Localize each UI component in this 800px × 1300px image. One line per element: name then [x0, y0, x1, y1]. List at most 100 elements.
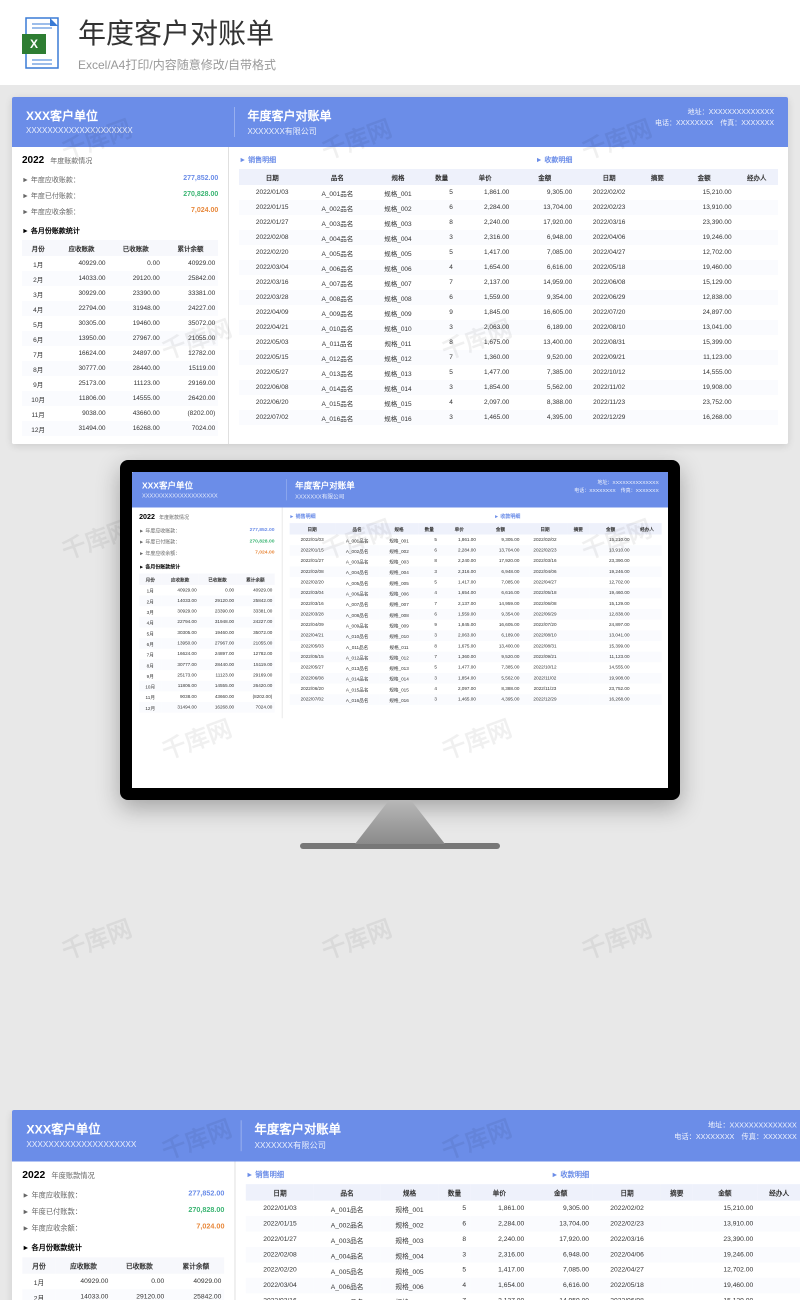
month-cell: 7月 [139, 649, 161, 660]
month-cell: 2月 [139, 596, 161, 607]
detail-th: 日期 [289, 523, 334, 534]
detail-cell: 6 [426, 200, 457, 215]
detail-cell: 规格_002 [380, 1216, 438, 1231]
detail-cell: 3 [419, 566, 440, 577]
month-cell: 40929.00 [167, 1274, 224, 1289]
detail-cell: 2022/06/08 [289, 673, 334, 684]
month-th: 已收账款 [109, 240, 163, 256]
month-cell: 43660.00 [199, 691, 236, 702]
detail-cell: 2022/02/08 [246, 1247, 314, 1262]
detail-cell: 23,752.00 [673, 395, 736, 410]
detail-cell: 12,838.00 [589, 609, 632, 620]
detail-th: 摘要 [661, 1184, 693, 1200]
detail-cell: A_014品名 [305, 380, 369, 395]
detail-cell: 6,948.00 [528, 1247, 593, 1262]
month-cell: 22794.00 [54, 301, 108, 316]
detail-cell: 2022/06/29 [522, 609, 567, 620]
detail-cell: 2,097.00 [440, 684, 479, 695]
detail-cell: 规格_007 [370, 275, 427, 290]
detail-cell: A_001品名 [305, 185, 369, 200]
detail-row: 2022/06/08A_014品名规格_01431,854.005,562.00… [239, 380, 778, 395]
detail-cell: 12,702.00 [589, 577, 632, 588]
detail-cell [661, 1201, 693, 1216]
summary-line: ► 年度应收账款：277,852.00 [22, 172, 218, 188]
sheet-body: 2022 年度账款情况 ► 年度应收账款：277,852.00► 年度已付账款：… [132, 508, 668, 719]
detail-cell: 1,360.00 [457, 350, 513, 365]
detail-cell: 2,316.00 [457, 230, 513, 245]
detail-cell: 2022/01/03 [239, 185, 305, 200]
detail-cell: 5 [426, 245, 457, 260]
detail-cell: 13,704.00 [513, 200, 576, 215]
month-cell: 1月 [139, 585, 161, 596]
detail-cell: 8 [419, 556, 440, 567]
detail-cell: 14,959.00 [528, 1293, 593, 1300]
detail-row: 2022/07/02A_016品名规格_01631,465.004,395.00… [239, 410, 778, 425]
month-cell: 30305.00 [161, 627, 198, 638]
sum-value: 277,852.00 [188, 1190, 224, 1200]
detail-cell: 规格_009 [370, 305, 427, 320]
detail-cell: 8 [419, 641, 440, 652]
detail-th: 数量 [439, 1184, 471, 1200]
detail-cell [632, 609, 661, 620]
detail-cell [661, 1262, 693, 1277]
sum-label: ► 年度应收余额： [139, 550, 180, 557]
detail-cell: 13,910.00 [673, 200, 736, 215]
detail-cell: 23,390.00 [673, 215, 736, 230]
month-cell: 9月 [139, 670, 161, 681]
month-cell: 29120.00 [109, 271, 163, 286]
month-cell: 11806.00 [54, 391, 108, 406]
detail-cell [661, 1278, 693, 1293]
detail-cell [642, 410, 673, 425]
detail-sections: ► 销售明细 ► 收款明细 [289, 513, 661, 520]
detail-cell: 23,390.00 [589, 556, 632, 567]
month-cell: 27967.00 [199, 638, 236, 649]
detail-cell: 规格_011 [370, 335, 427, 350]
detail-cell: 规格_003 [380, 1232, 438, 1247]
detail-cell: 2022/10/12 [576, 365, 642, 380]
detail-cell: 1,845.00 [457, 305, 513, 320]
detail-cell [568, 556, 589, 567]
detail-row: 2022/05/03A_011品名规格_01181,675.0013,400.0… [289, 641, 661, 652]
summary-line: ► 年度应收余额：7,024.00 [22, 1220, 224, 1236]
detail-cell [568, 694, 589, 705]
detail-row: 2022/04/21A_010品名规格_01032,063.006,189.00… [239, 320, 778, 335]
detail-cell [632, 652, 661, 663]
detail-cell: 2022/09/21 [522, 652, 567, 663]
month-cell: 9038.00 [54, 406, 108, 421]
detail-cell [736, 365, 778, 380]
detail-cell: 19,246.00 [693, 1247, 758, 1262]
detail-cell: 9,305.00 [479, 534, 522, 545]
detail-cell: A_013品名 [305, 365, 369, 380]
detail-cell: 2022/03/16 [239, 275, 305, 290]
detail-cell [661, 1247, 693, 1262]
month-th: 月份 [22, 1257, 55, 1273]
detail-row: 2022/02/08A_004品名规格_00432,316.006,948.00… [246, 1247, 800, 1262]
detail-row: 2022/03/04A_006品名规格_00641,654.006,616.00… [239, 260, 778, 275]
detail-cell: 24,897.00 [589, 620, 632, 631]
detail-cell: 2022/11/23 [522, 684, 567, 695]
svg-text:X: X [30, 37, 38, 51]
detail-cell: 1,417.00 [457, 245, 513, 260]
detail-cell: A_012品名 [305, 350, 369, 365]
month-cell: 31948.00 [109, 301, 163, 316]
month-row: 12月31494.0016268.007024.00 [22, 421, 218, 436]
detail-cell: 2022/06/20 [289, 684, 334, 695]
detail-cell: 规格_014 [379, 673, 418, 684]
month-row: 1月40929.000.0040929.00 [22, 256, 218, 271]
detail-cell: 规格_005 [370, 245, 427, 260]
detail-cell: 1,675.00 [457, 335, 513, 350]
month-cell: 0.00 [109, 256, 163, 271]
detail-row: 2022/01/03A_001品名规格_00151,861.009,305.00… [246, 1201, 800, 1216]
summary-line: ► 年度已付账款：270,828.00 [22, 1204, 224, 1220]
detail-cell: 2022/11/23 [576, 395, 642, 410]
detail-cell [568, 662, 589, 673]
detail-cell [757, 1247, 800, 1262]
detail-cell: 规格_006 [379, 588, 418, 599]
detail-cell: 19,460.00 [589, 588, 632, 599]
month-cell: 30929.00 [54, 286, 108, 301]
tel-fax: 电话：XXXXXXXX 传真：XXXXXXX [580, 118, 774, 129]
detail-cell: 2022/02/20 [289, 577, 334, 588]
detail-cell: 1,654.00 [440, 588, 479, 599]
sum-label: ► 年度应收余额： [22, 1223, 82, 1233]
detail-cell: 规格_002 [370, 200, 427, 215]
